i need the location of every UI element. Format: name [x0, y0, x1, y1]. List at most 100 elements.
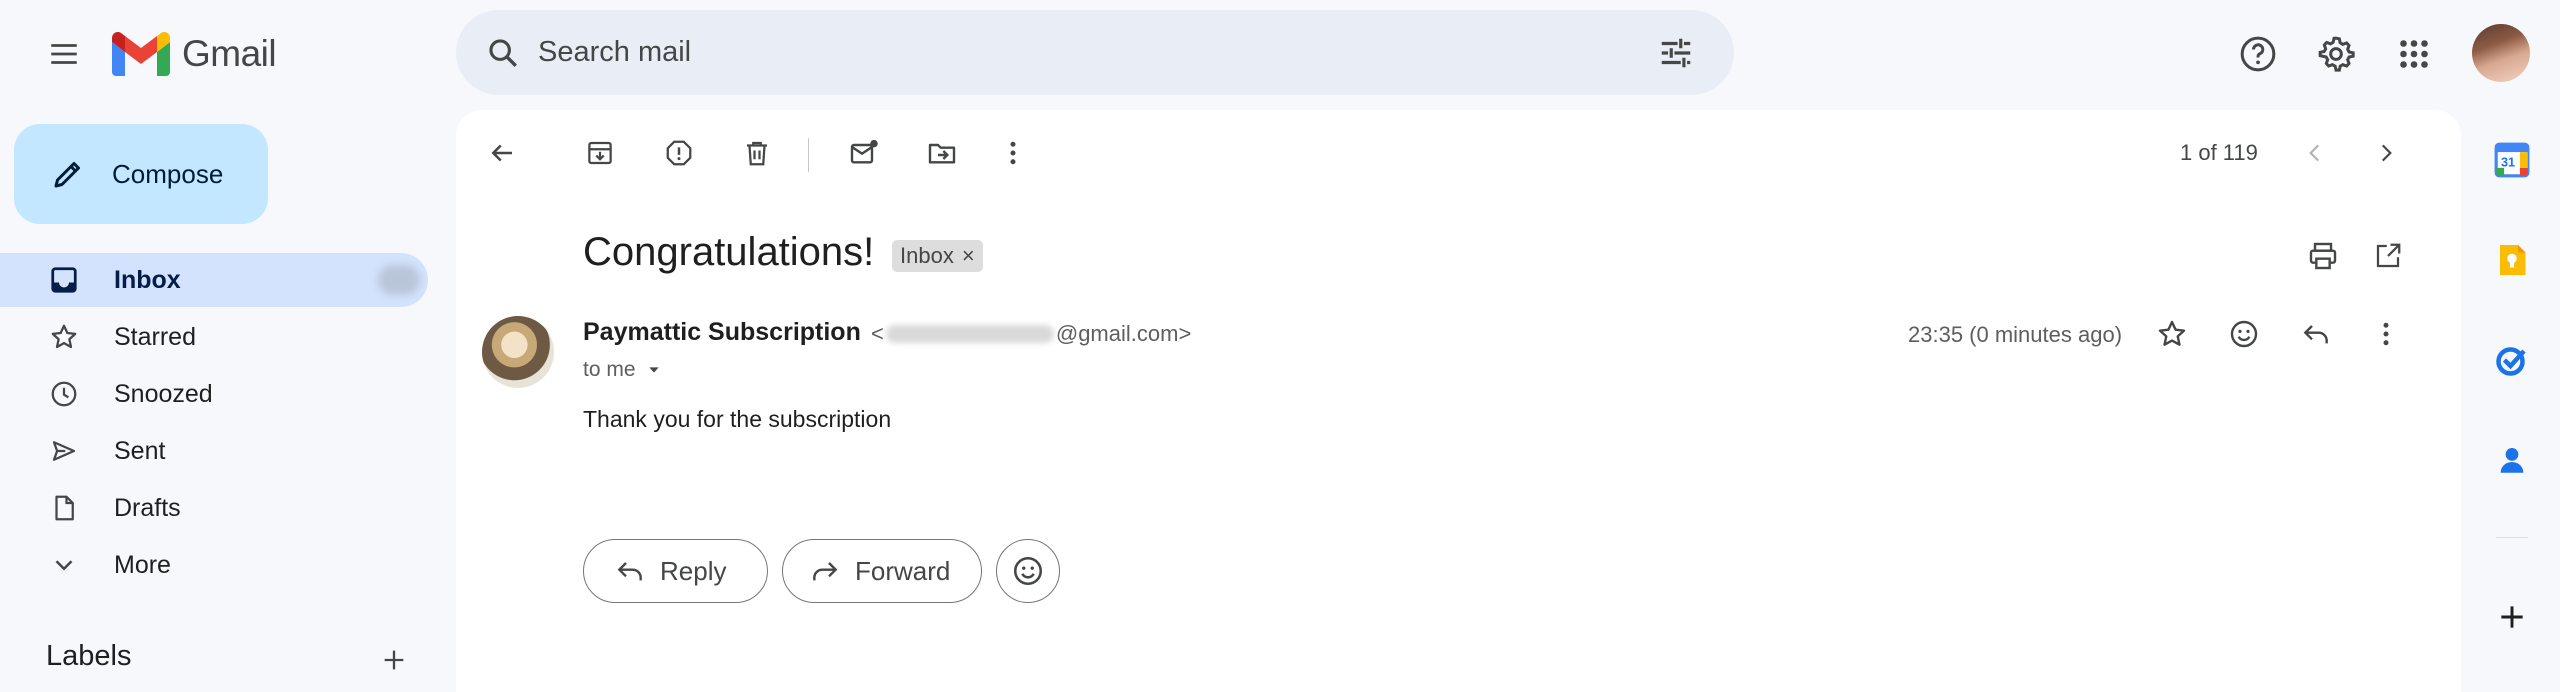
google-keep-app[interactable] [2488, 236, 2536, 284]
search-options-icon[interactable] [1648, 25, 1704, 81]
contacts-icon [2500, 447, 2524, 473]
google-tasks-app[interactable] [2488, 336, 2536, 384]
draft-icon [46, 490, 82, 526]
sidebar-item-label: More [114, 550, 171, 579]
archive-icon [588, 141, 612, 165]
compose-button[interactable]: Compose [14, 124, 268, 224]
report-spam-button[interactable] [655, 129, 703, 177]
google-apps-button[interactable] [2388, 28, 2440, 80]
sender-avatar[interactable] [482, 316, 554, 388]
remove-label-icon[interactable]: × [962, 245, 975, 267]
move-to-button[interactable] [918, 129, 966, 177]
reply-button[interactable]: Reply [583, 539, 768, 603]
trash-icon [747, 141, 767, 166]
emoji-icon [1013, 556, 1043, 586]
sidebar-item-snoozed[interactable]: Snoozed [0, 367, 428, 421]
get-addons-button[interactable] [2488, 593, 2536, 641]
toolbar-divider [808, 138, 809, 172]
sidebar-item-inbox[interactable]: Inbox [0, 253, 428, 307]
recipient-label: to me [583, 358, 636, 381]
email-subject: Congratulations! [583, 230, 875, 274]
redacted-email [885, 325, 1054, 343]
reply-icon [617, 562, 642, 581]
clock-icon [46, 376, 82, 412]
gmail-m-icon [112, 32, 170, 76]
email-body: Thank you for the subscription [583, 406, 892, 432]
sidebar-item-more[interactable]: More [0, 538, 428, 592]
back-button[interactable] [478, 129, 526, 177]
reply-icon [2303, 325, 2328, 344]
sidebar-item-sent[interactable]: Sent [0, 424, 428, 478]
apps-grid-icon [2400, 40, 2428, 68]
plus-icon [384, 650, 404, 670]
print-icon [2309, 242, 2337, 270]
google-calendar-app[interactable]: 31 [2488, 136, 2536, 184]
compose-label: Compose [112, 158, 224, 189]
search-icon[interactable] [478, 28, 528, 78]
open-in-new-icon [2376, 243, 2401, 268]
google-contacts-app[interactable] [2488, 436, 2536, 484]
open-new-window-button[interactable] [2364, 232, 2412, 280]
forward-label: Forward [855, 555, 951, 586]
reply-icon-button[interactable] [2292, 310, 2340, 358]
more-vertical-icon [1010, 141, 1016, 165]
main-menu-button[interactable] [40, 30, 88, 78]
plus-icon [2501, 606, 2523, 628]
folder-move-icon [928, 143, 956, 164]
sidebar-item-label: Snoozed [114, 379, 213, 408]
sender-email-prefix: < [871, 321, 884, 346]
forward-button[interactable]: Forward [782, 539, 982, 603]
search-input[interactable] [538, 36, 1648, 69]
print-button[interactable] [2299, 232, 2347, 280]
side-panel-divider [2496, 537, 2528, 538]
settings-button[interactable] [2310, 28, 2362, 80]
chevron-down-icon [46, 547, 82, 583]
more-options-button[interactable] [989, 129, 1037, 177]
chevron-right-icon [2381, 144, 2392, 162]
keep-icon [2500, 245, 2526, 275]
add-reaction-button[interactable] [2220, 310, 2268, 358]
caret-down-icon [648, 367, 659, 373]
support-button[interactable] [2232, 28, 2284, 80]
archive-button[interactable] [576, 129, 624, 177]
sidebar-item-starred[interactable]: Starred [0, 310, 428, 364]
gear-icon [2318, 36, 2355, 72]
message-more-button[interactable] [2362, 310, 2410, 358]
unread-count-badge [378, 265, 420, 295]
search-bar[interactable] [456, 10, 1734, 95]
sidebar-item-drafts[interactable]: Drafts [0, 481, 428, 535]
mark-unread-button[interactable] [840, 129, 888, 177]
message-timestamp: 23:35 (0 minutes ago) [1908, 322, 2123, 347]
recipient-details[interactable]: to me [583, 358, 662, 382]
label-chip-inbox[interactable]: Inbox × [892, 240, 983, 272]
mark-unread-icon [850, 139, 878, 164]
sidebar-item-label: Starred [114, 322, 196, 351]
star-icon [46, 319, 82, 355]
calendar-icon: 31 [2494, 142, 2530, 178]
account-avatar[interactable] [2472, 24, 2530, 82]
inbox-icon [46, 262, 82, 298]
help-icon [2240, 36, 2276, 72]
tasks-icon [2496, 347, 2526, 376]
more-vertical-icon [2383, 322, 2389, 346]
newer-button[interactable] [2291, 129, 2339, 177]
menu-icon [51, 44, 77, 64]
create-label-button[interactable] [374, 640, 414, 680]
reply-label: Reply [660, 555, 727, 586]
sidebar-item-label: Sent [114, 436, 166, 465]
delete-button[interactable] [733, 129, 781, 177]
star-message-button[interactable] [2148, 310, 2196, 358]
emoji-icon [2230, 320, 2258, 348]
sender-email-suffix: @gmail.com> [1055, 321, 1192, 346]
report-icon [666, 140, 692, 166]
label-chip-text: Inbox [900, 243, 954, 268]
arrow-left-icon [491, 144, 512, 162]
sender-name[interactable]: Paymattic Subscription [583, 318, 861, 347]
labels-heading: Labels [46, 640, 132, 672]
react-emoji-button[interactable] [996, 539, 1060, 603]
pagination-text: 1 of 119 [2180, 140, 2258, 165]
older-button[interactable] [2362, 129, 2410, 177]
sidebar-item-label: Drafts [114, 493, 181, 522]
pencil-icon [46, 152, 90, 196]
gmail-logo[interactable]: Gmail [112, 28, 277, 80]
